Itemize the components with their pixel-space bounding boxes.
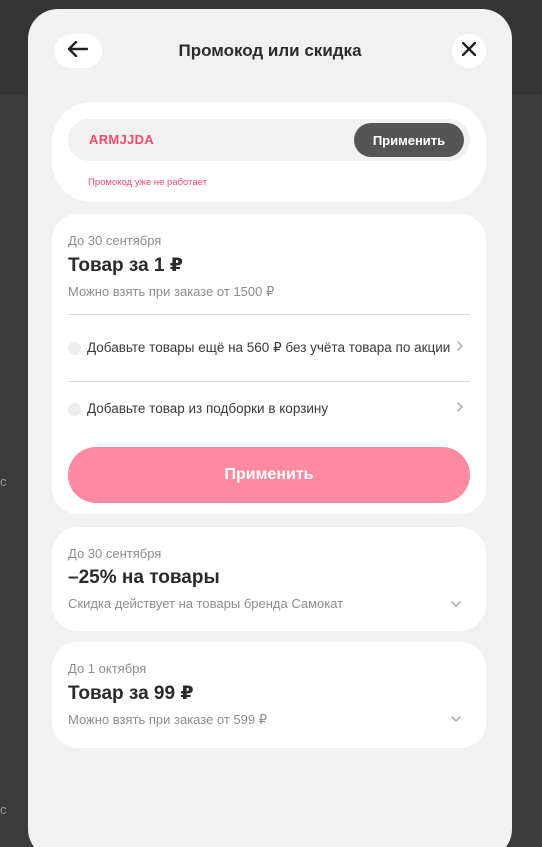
condition-text: Добавьте товар из подборки в корзину bbox=[87, 401, 329, 416]
offer-date: До 1 октября bbox=[68, 661, 147, 676]
promo-error-message: Промокод уже не работает bbox=[88, 177, 207, 188]
offer-card: До 30 сентября Товар за 1 ₽ Можно взять … bbox=[52, 214, 486, 514]
offer-header: До 30 сентября Товар за 1 ₽ Можно взять … bbox=[68, 233, 274, 300]
promo-code-card: ARMJJDA Применить Промокод уже не работа… bbox=[52, 102, 486, 202]
modal-header: Промокод или скидка bbox=[28, 9, 512, 93]
promo-modal: Промокод или скидка ARMJJDA Применить Пр… bbox=[28, 9, 512, 847]
promo-apply-button[interactable]: Применить bbox=[354, 123, 464, 157]
divider bbox=[68, 314, 470, 315]
offer-header: До 30 сентября –25% на товары Скидка дей… bbox=[68, 546, 343, 611]
offer-card[interactable]: До 30 сентября –25% на товары Скидка дей… bbox=[52, 527, 486, 631]
chevron-right-icon bbox=[456, 339, 464, 357]
offer-description: Можно взять при заказе от 1500 ₽ bbox=[68, 284, 275, 299]
offer-card[interactable]: До 1 октября Товар за 99 ₽ Можно взять п… bbox=[52, 642, 486, 748]
modal-title: Промокод или скидка bbox=[178, 41, 362, 60]
close-icon bbox=[461, 41, 477, 61]
chevron-right-icon bbox=[456, 400, 464, 418]
offer-apply-button[interactable]: Применить bbox=[68, 447, 470, 503]
chevron-down-icon[interactable] bbox=[450, 595, 462, 613]
offer-date: До 30 сентября bbox=[68, 233, 162, 248]
offer-header: До 1 октября Товар за 99 ₽ Можно взять п… bbox=[68, 661, 267, 728]
condition-text: Добавьте товары ещё на 560 ₽ без учёта т… bbox=[87, 340, 451, 355]
promo-code-value[interactable]: ARMJJDA bbox=[89, 132, 154, 147]
background-text: с bbox=[0, 802, 7, 817]
offer-description: Скидка действует на товары бренда Самока… bbox=[68, 596, 344, 611]
condition-status-icon bbox=[68, 402, 81, 416]
promo-code-input[interactable]: ARMJJDA Применить bbox=[68, 119, 470, 161]
divider bbox=[68, 381, 470, 382]
chevron-down-icon[interactable] bbox=[450, 710, 462, 728]
offer-condition[interactable]: Добавьте товары ещё на 560 ₽ без учёта т… bbox=[68, 328, 470, 368]
offer-description: Можно взять при заказе от 599 ₽ bbox=[68, 712, 268, 727]
offer-date: До 30 сентября bbox=[68, 546, 162, 561]
close-button[interactable] bbox=[452, 34, 486, 68]
background-text: с bbox=[0, 474, 7, 489]
offer-title: Товар за 99 ₽ bbox=[68, 683, 194, 704]
offer-condition[interactable]: Добавьте товар из подборки в корзину bbox=[68, 399, 470, 419]
offer-title: –25% на товары bbox=[68, 567, 220, 588]
condition-status-icon bbox=[68, 341, 81, 355]
offer-title: Товар за 1 ₽ bbox=[68, 255, 184, 276]
